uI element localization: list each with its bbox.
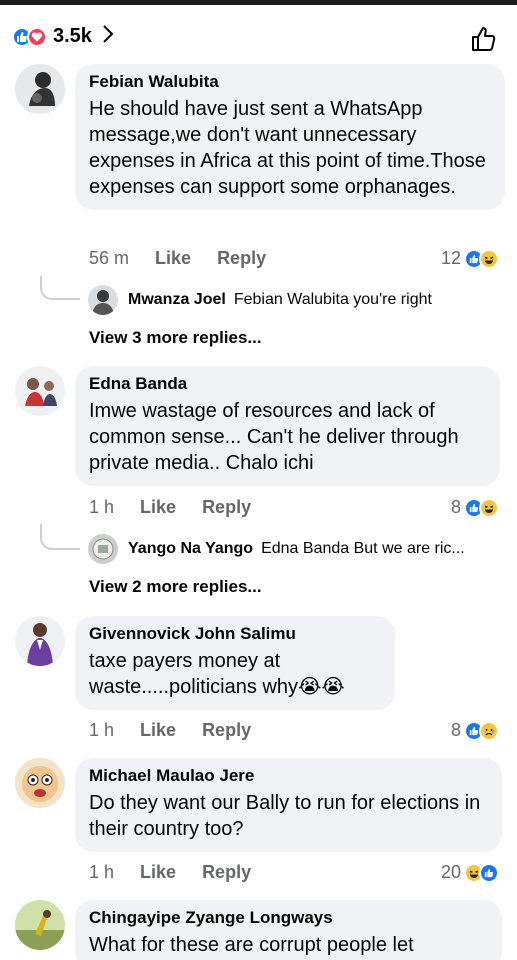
reply-author[interactable]: Mwanza Joel [128,291,226,309]
reply-button[interactable]: Reply [202,497,251,518]
comment-age: 1 h [89,497,115,517]
love-reaction-icon [27,26,47,47]
comment-text: What for these are corrupt people let [89,934,414,956]
reply-avatar [88,285,118,315]
comment-author[interactable]: Michael Maulao Jere [89,765,488,787]
comment-author[interactable]: Chingayipe Zyange Longways [89,907,488,929]
like-icon [479,862,499,883]
comment-author[interactable]: Givennovick John Salimu [89,623,381,645]
avatar[interactable] [15,366,65,416]
view-more-replies-link[interactable]: View 2 more replies... [89,577,262,597]
reply-button[interactable]: Reply [202,720,251,741]
view-more-replies-link[interactable]: View 3 more replies... [89,328,262,348]
thread-line [40,524,80,550]
comment-age: 1 h [89,720,115,740]
comment-text: He should have just sent a WhatsApp mess… [89,98,486,198]
like-button[interactable]: Like [155,248,191,269]
avatar[interactable] [15,758,65,808]
haha-icon [479,497,499,518]
reply-text: Febian Walubita you're right [233,291,432,308]
reply-author[interactable]: Yango Na Yango [128,540,253,558]
comment-actions: 56 m Like Reply [89,248,292,269]
comment-age: 1 h [89,862,115,882]
comment-reaction-count[interactable]: 12 [441,248,499,269]
reactions-header: 3.5k [0,0,517,62]
comment-bubble: Michael Maulao Jere Do they want our Bal… [75,758,502,852]
comment-bubble: Edna Banda Imwe wastage of resources and… [75,366,500,486]
comment-bubble: Febian Walubita He should have just sent… [75,64,505,210]
like-button[interactable]: Like [140,720,176,741]
chevron-right-icon [102,24,114,49]
like-button[interactable]: Like [140,497,176,518]
comment-bubble: Givennovick John Salimu taxe payers mone… [75,616,395,710]
comment-reaction-count[interactable]: 8 [451,497,499,518]
reply-text: Edna Banda But we are ric... [261,540,465,557]
comment-author[interactable]: Edna Banda [89,373,486,395]
avatar[interactable] [15,616,65,666]
comment-text: Imwe wastage of resources and lack of co… [89,400,459,474]
comment-reaction-count[interactable]: 8 [451,720,499,741]
comment-bubble: Chingayipe Zyange Longways What for thes… [75,900,502,960]
reply-button[interactable]: Reply [217,248,266,269]
comment-actions: 1 h Like Reply [89,862,277,883]
reply-preview[interactable]: Mwanza Joel Febian Walubita you're right [88,285,432,315]
comment-text: taxe payers money at waste.....politicia… [89,650,345,698]
sad-icon [479,720,499,741]
comment-author[interactable]: Febian Walubita [89,71,491,93]
comment-text: Do they want our Bally to run for electi… [89,792,481,840]
comment-reaction-count[interactable]: 20 [441,862,499,883]
haha-icon [479,248,499,269]
thumbs-up-icon[interactable] [470,25,498,53]
reaction-summary-button[interactable]: 3.5k [12,24,114,49]
avatar[interactable] [15,64,65,114]
reaction-count: 3.5k [53,25,92,47]
comment-actions: 1 h Like Reply [89,497,277,518]
avatar[interactable] [15,900,65,950]
reply-button[interactable]: Reply [202,862,251,883]
reply-preview[interactable]: Yango Na Yango Edna Banda But we are ric… [88,534,465,564]
comment-age: 56 m [89,248,130,268]
comment-actions: 1 h Like Reply [89,720,277,741]
thread-line [40,276,80,300]
reply-avatar [88,534,118,564]
like-button[interactable]: Like [140,862,176,883]
